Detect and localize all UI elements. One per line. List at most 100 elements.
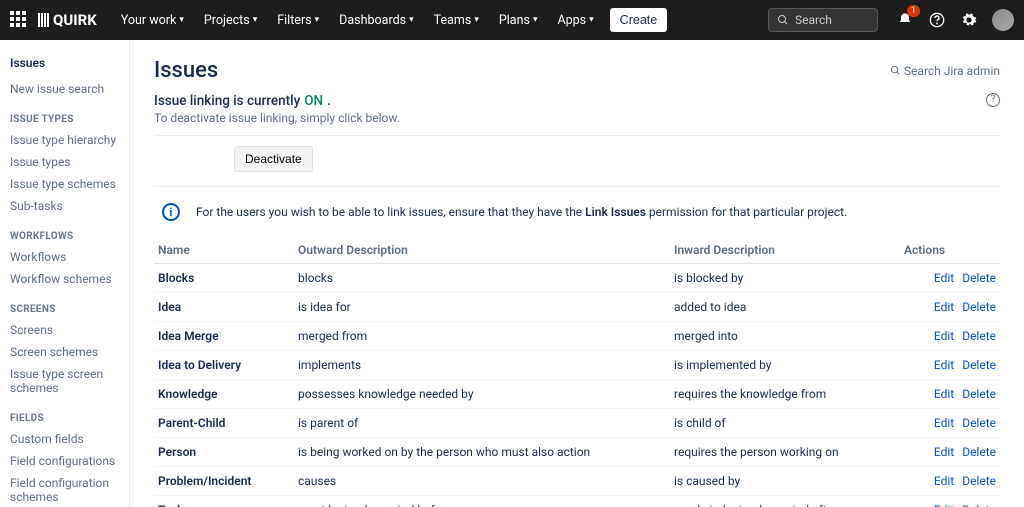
cell-name: Idea — [154, 293, 294, 322]
delete-link[interactable]: Delete — [962, 329, 996, 343]
page-title: Issues — [154, 58, 218, 83]
app-switcher-icon[interactable] — [10, 11, 28, 29]
cell-outward: implements — [294, 351, 670, 380]
link-types-table: Name Outward Description Inward Descript… — [154, 237, 1000, 507]
delete-link[interactable]: Delete — [962, 445, 996, 459]
cell-name: Problem/Incident — [154, 467, 294, 496]
col-inward: Inward Description — [670, 237, 900, 264]
help-icon[interactable]: ? — [986, 93, 1000, 107]
sidebar-item-sub-tasks[interactable]: Sub-tasks — [4, 195, 125, 217]
edit-link[interactable]: Edit — [934, 329, 954, 343]
sidebar-item-workflows[interactable]: Workflows — [4, 246, 125, 268]
cell-outward: is being worked on by the person who mus… — [294, 438, 670, 467]
linking-status: Issue linking is currently ON. — [154, 93, 986, 109]
table-row: Idea to Deliveryimplementsis implemented… — [154, 351, 1000, 380]
edit-link[interactable]: Edit — [934, 300, 954, 314]
settings-icon[interactable] — [960, 11, 978, 29]
cell-inward: is caused by — [670, 467, 900, 496]
cell-outward: must be implemented before — [294, 496, 670, 507]
table-row: Parent-Childis parent ofis child ofEditD… — [154, 409, 1000, 438]
delete-link[interactable]: Delete — [962, 474, 996, 488]
cell-outward: is idea for — [294, 293, 670, 322]
notification-badge: 1 — [907, 5, 920, 17]
delete-link[interactable]: Delete — [962, 416, 996, 430]
sidebar-item-workflow-schemes[interactable]: Workflow schemes — [4, 268, 125, 290]
sidebar-item-issue-type-hierarchy[interactable]: Issue type hierarchy — [4, 129, 125, 151]
edit-link[interactable]: Edit — [934, 416, 954, 430]
search-jira-admin[interactable]: Search Jira admin — [890, 64, 1000, 78]
sidebar-item-field-configuration-schemes[interactable]: Field configuration schemes — [4, 472, 125, 507]
sidebar-item-screen-schemes[interactable]: Screen schemes — [4, 341, 125, 363]
table-row: Personis being worked on by the person w… — [154, 438, 1000, 467]
delete-link[interactable]: Delete — [962, 300, 996, 314]
cell-outward: is parent of — [294, 409, 670, 438]
notifications-icon[interactable]: 1 — [896, 11, 914, 29]
nav-projects[interactable]: Projects▾ — [196, 7, 265, 34]
search-input[interactable]: Search — [768, 8, 878, 32]
brand-text: QUIRK — [53, 11, 97, 29]
info-icon: i — [162, 203, 180, 221]
edit-link[interactable]: Edit — [934, 503, 954, 507]
main-content: Issues Search Jira admin ? Issue linking… — [130, 40, 1024, 507]
table-row: Blocksblocksis blocked by Edit Delete — [154, 264, 1000, 293]
sidebar-item-screens[interactable]: Screens — [4, 319, 125, 341]
cell-inward: added to idea — [670, 293, 900, 322]
cell-name: Idea to Delivery — [154, 351, 294, 380]
delete-link[interactable]: Delete — [962, 271, 996, 285]
nav-apps[interactable]: Apps▾ — [549, 7, 601, 34]
table-row: Taskmust be implemented beforeneeds to b… — [154, 496, 1000, 507]
sidebar-item-field-configurations[interactable]: Field configurations — [4, 450, 125, 472]
help-icon[interactable] — [928, 11, 946, 29]
cell-name: Parent-Child — [154, 409, 294, 438]
cell-inward: merged into — [670, 322, 900, 351]
edit-link[interactable]: Edit — [934, 474, 954, 488]
sidebar-item-issue-types[interactable]: Issue types — [4, 151, 125, 173]
edit-link[interactable]: Edit — [934, 271, 954, 285]
cell-name: Knowledge — [154, 380, 294, 409]
edit-link[interactable]: Edit — [934, 358, 954, 372]
cell-inward: is implemented by — [670, 351, 900, 380]
delete-link[interactable]: Delete — [962, 503, 996, 507]
cell-outward: possesses knowledge needed by — [294, 380, 670, 409]
sidebar: Issues New issue search ISSUE TYPESIssue… — [0, 40, 130, 507]
col-outward: Outward Description — [294, 237, 670, 264]
cell-inward: requires the knowledge from — [670, 380, 900, 409]
table-row: Idea Mergemerged frommerged intoEditDele… — [154, 322, 1000, 351]
topbar: QUIRK Your work▾Projects▾Filters▾Dashboa… — [0, 0, 1024, 40]
nav-filters[interactable]: Filters▾ — [269, 7, 327, 34]
linking-state: ON — [304, 93, 323, 109]
create-button[interactable]: Create — [610, 8, 668, 32]
brand-logo[interactable]: QUIRK — [38, 11, 97, 29]
delete-link[interactable]: Delete — [962, 387, 996, 401]
sidebar-item-issue-type-schemes[interactable]: Issue type schemes — [4, 173, 125, 195]
table-row: Problem/Incidentcausesis caused byEditDe… — [154, 467, 1000, 496]
cell-inward: is blocked by — [670, 264, 900, 293]
nav-teams[interactable]: Teams▾ — [426, 7, 487, 34]
sidebar-item-issue-type-screen-schemes[interactable]: Issue type screen schemes — [4, 363, 125, 399]
cell-inward: needs to be implemented after — [670, 496, 900, 507]
sidebar-item-new-issue-search[interactable]: New issue search — [4, 78, 125, 100]
edit-link[interactable]: Edit — [934, 445, 954, 459]
search-icon — [777, 14, 789, 26]
info-banner: i For the users you wish to be able to l… — [154, 197, 1000, 227]
sidebar-heading: Issues — [4, 54, 125, 78]
avatar[interactable] — [992, 9, 1014, 31]
nav-plans[interactable]: Plans▾ — [491, 7, 546, 34]
cell-name: Task — [154, 496, 294, 507]
deactivate-button[interactable]: Deactivate — [234, 146, 313, 172]
sidebar-item-custom-fields[interactable]: Custom fields — [4, 428, 125, 450]
nav-dashboards[interactable]: Dashboards▾ — [331, 7, 421, 34]
cell-name: Blocks — [154, 264, 294, 293]
cell-name: Person — [154, 438, 294, 467]
delete-link[interactable]: Delete — [962, 358, 996, 372]
search-placeholder: Search — [795, 13, 832, 27]
sidebar-category: WORKFLOWS — [4, 221, 125, 246]
edit-link[interactable]: Edit — [934, 387, 954, 401]
col-actions: Actions — [900, 237, 1000, 264]
sidebar-category: ISSUE TYPES — [4, 104, 125, 129]
sidebar-category: SCREENS — [4, 294, 125, 319]
sidebar-category: FIELDS — [4, 403, 125, 428]
cell-outward: blocks — [294, 264, 670, 293]
table-row: Knowledgepossesses knowledge needed byre… — [154, 380, 1000, 409]
nav-your-work[interactable]: Your work▾ — [113, 7, 192, 34]
